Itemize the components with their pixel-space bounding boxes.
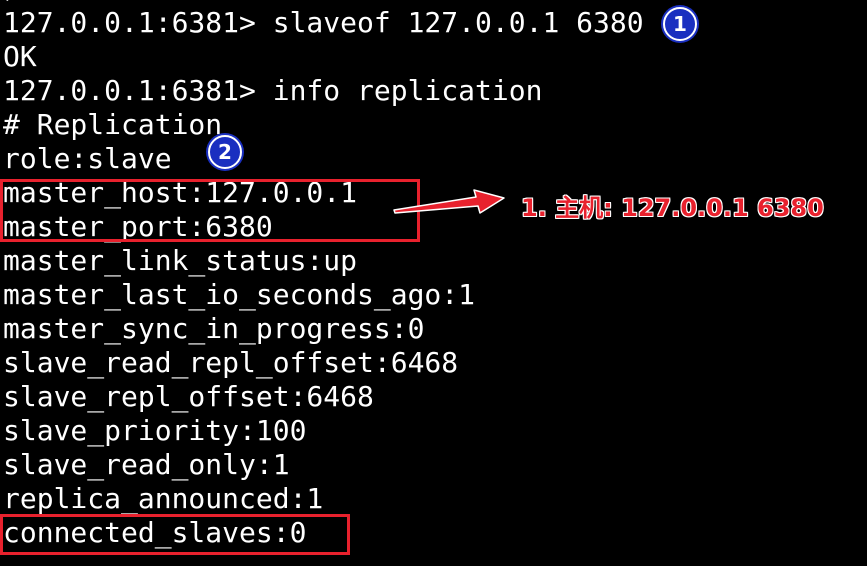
terminal-line-replication-header: # Replication [3,108,223,141]
terminal-line-replica-announced: replica_announced:1 [3,482,324,515]
step-badge-1: 1 [663,7,697,41]
terminal-line-slave-repl-offset: slave_repl_offset:6468 [3,380,374,413]
terminal-top-partial-line: ) [3,0,15,2]
annotation-arrow-icon [393,189,505,214]
terminal-line-role: role:slave [3,142,172,175]
terminal-line-slaveof-command: 127.0.0.1:6381> slaveof 127.0.0.1 6380 [3,6,644,39]
master-info-highlight-box [0,179,420,242]
terminal-line-master-link-status: master_link_status:up [3,244,358,277]
connected-slaves-highlight-box [0,514,350,555]
terminal-line-master-sync: master_sync_in_progress:0 [3,312,425,345]
step-badge-2: 2 [208,135,242,169]
master-annotation-label: 1. 主机: 127.0.0.1 6380 [521,194,824,222]
terminal-line-info-command: 127.0.0.1:6381> info replication [3,74,543,107]
terminal-line-slave-read-repl-offset: slave_read_repl_offset:6468 [3,346,459,379]
terminal-line-slave-read-only: slave_read_only:1 [3,448,290,481]
terminal-line-ok: OK [3,40,37,73]
terminal-window[interactable]: ) 127.0.0.1:6381> slaveof 127.0.0.1 6380… [0,0,867,566]
terminal-line-slave-priority: slave_priority:100 [3,414,307,447]
terminal-line-master-last-io: master_last_io_seconds_ago:1 [3,278,476,311]
